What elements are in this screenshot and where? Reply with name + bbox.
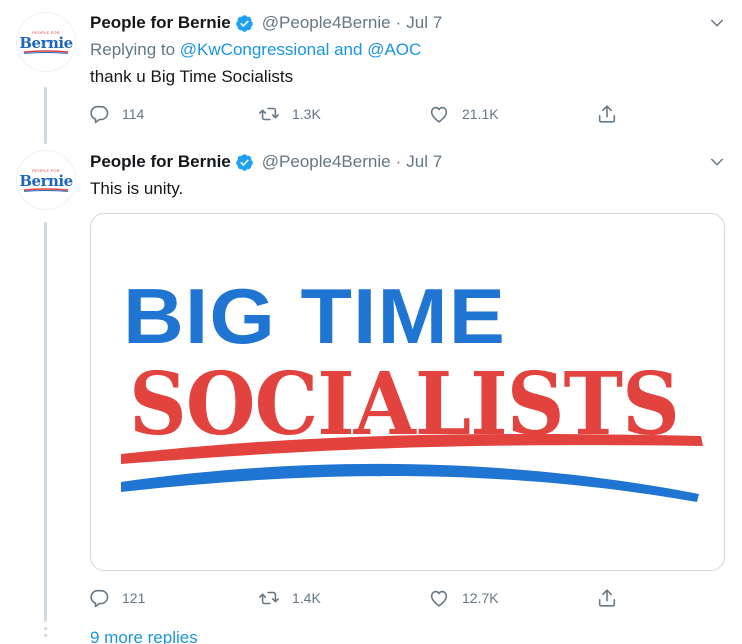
- verified-badge-icon: [235, 153, 253, 171]
- avatar-swoosh: [23, 187, 69, 192]
- share-icon: [598, 589, 616, 607]
- chevron-down-icon[interactable]: [708, 14, 726, 32]
- thread-connector-line: [44, 222, 47, 622]
- mention-link[interactable]: @AOC: [367, 40, 421, 59]
- share-icon: [598, 105, 616, 123]
- retweet-icon: [259, 591, 279, 605]
- media-swoosh-graphic: [121, 434, 703, 502]
- avatar-swoosh: [23, 49, 69, 54]
- display-name[interactable]: People for Bernie: [90, 12, 231, 34]
- reply-icon: [90, 589, 109, 608]
- heart-icon: [430, 590, 448, 607]
- tweet-date[interactable]: Jul 7: [406, 151, 442, 173]
- share-button[interactable]: [596, 103, 618, 125]
- user-handle[interactable]: @People4Bernie: [262, 151, 391, 173]
- reply-and-text: and: [334, 40, 363, 59]
- thread-connector-line: [44, 87, 47, 144]
- avatar[interactable]: PEOPLE FOR Bernie: [16, 150, 76, 210]
- tweet-header: People for Bernie @People4Bernie · Jul 7: [90, 151, 442, 173]
- retweet-button[interactable]: 1.4K: [258, 587, 321, 609]
- tweet-header: People for Bernie @People4Bernie · Jul 7: [90, 12, 442, 34]
- retweet-count: 1.4K: [292, 590, 321, 606]
- tweet-date[interactable]: Jul 7: [406, 12, 442, 34]
- like-button[interactable]: 21.1K: [428, 103, 499, 125]
- retweet-button[interactable]: 1.3K: [258, 103, 321, 125]
- replying-to-line: Replying to @KwCongressional and @AOC: [90, 39, 421, 61]
- reply-count: 114: [122, 106, 145, 122]
- display-name[interactable]: People for Bernie: [90, 151, 231, 173]
- chevron-down-icon[interactable]: [708, 153, 726, 171]
- separator: ·: [395, 13, 402, 32]
- share-button[interactable]: [596, 587, 618, 609]
- reply-button[interactable]: 114: [88, 103, 144, 125]
- tweet-text: thank u Big Time Socialists: [90, 67, 294, 86]
- like-count: 12.7K: [462, 590, 499, 606]
- media-headline-big-time: BIG TIME: [123, 272, 507, 360]
- tweet-text: This is unity.: [90, 179, 184, 198]
- separator: ·: [395, 152, 402, 171]
- tweet-actions: 121 1.4K 12.7K: [88, 587, 628, 611]
- thread-dots: [44, 627, 47, 644]
- heart-icon: [430, 106, 448, 123]
- more-replies-link[interactable]: 9 more replies: [90, 627, 198, 644]
- avatar[interactable]: PEOPLE FOR Bernie: [16, 12, 76, 72]
- reply-button[interactable]: 121: [88, 587, 145, 609]
- tweet-media-image[interactable]: BIG TIME SOCIALISTS: [90, 213, 725, 571]
- tweet-actions: 114 1.3K 21.1K: [88, 103, 628, 127]
- avatar-logo-text: Bernie: [19, 33, 73, 52]
- retweet-icon: [259, 107, 279, 121]
- avatar-logo-text: Bernie: [19, 171, 73, 190]
- like-button[interactable]: 12.7K: [428, 587, 499, 609]
- reply-icon: [90, 105, 109, 124]
- verified-badge-icon: [235, 14, 253, 32]
- replying-to-label: Replying to: [90, 40, 176, 59]
- mention-link[interactable]: @KwCongressional: [180, 40, 330, 59]
- reply-count: 121: [122, 590, 146, 606]
- retweet-count: 1.3K: [292, 106, 321, 122]
- tweet-thread: PEOPLE FOR Bernie People for Bernie @Peo…: [0, 0, 742, 644]
- like-count: 21.1K: [462, 106, 499, 122]
- user-handle[interactable]: @People4Bernie: [262, 12, 391, 34]
